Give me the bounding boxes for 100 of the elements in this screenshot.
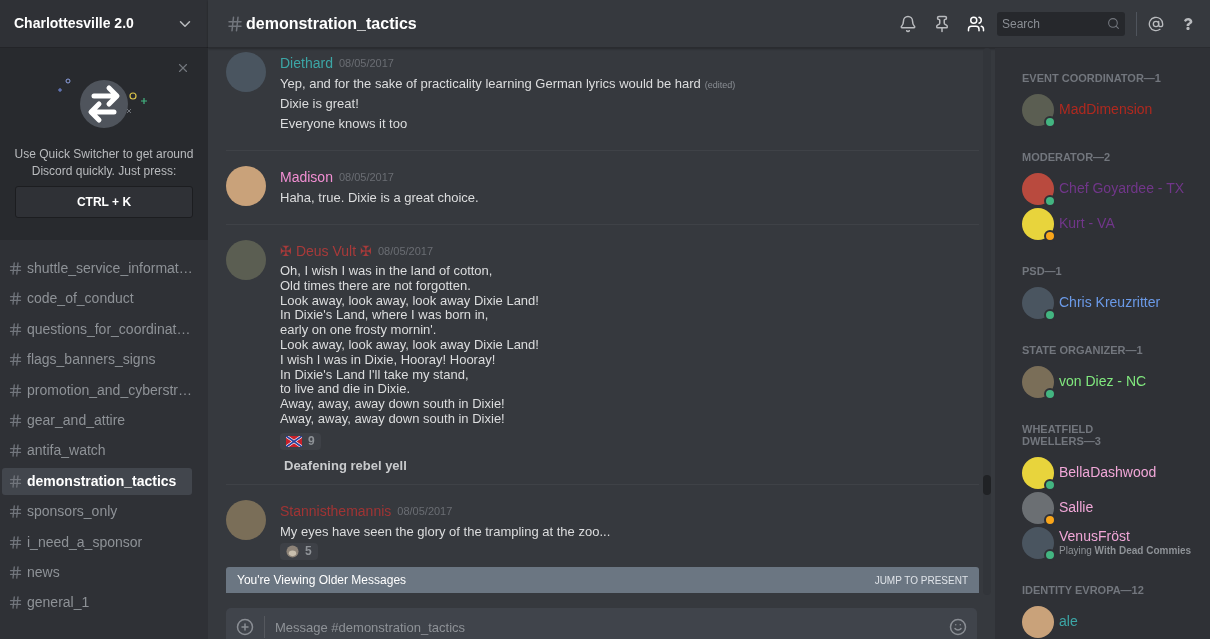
hash-icon [8, 595, 23, 611]
role-heading: EVENT COORDINATOR—1 [1022, 72, 1162, 84]
search-bar[interactable]: Search [997, 11, 1125, 36]
role-heading: WHEATFIELD DWELLERS—3 [1022, 423, 1102, 447]
channel-item[interactable]: demonstration_tactics [2, 467, 192, 495]
message-text: Everyone knows it too [280, 115, 408, 133]
role-heading: PSD—1 [1022, 265, 1063, 277]
search-icon [1107, 17, 1120, 30]
channel-item[interactable]: i_need_a_sponsor [2, 528, 192, 556]
channel-name: flags_banners_signs [27, 350, 156, 370]
members-icon[interactable] [967, 14, 985, 33]
jump-button[interactable]: JUMP TO PRESENT [874, 572, 968, 588]
mention-icon[interactable] [1148, 15, 1164, 32]
avatar [1022, 491, 1054, 524]
member-name: Chef Goyardee - TX [1059, 180, 1185, 197]
member-item[interactable]: BellaDashwood [1022, 455, 1210, 490]
shortcut-button[interactable]: CTRL + K [15, 186, 193, 218]
member-item[interactable]: VenusFröst Playing With Dead Commies [1022, 525, 1210, 560]
author-name[interactable]: Diethard [280, 54, 333, 72]
message-text: My eyes have seen the glory of the trampling at the zoo... [280, 522, 611, 541]
channel-name: questions_for_coordinat… [27, 319, 191, 339]
channel-name: code_of_conduct [27, 289, 134, 309]
channel-item[interactable]: code_of_conduct [2, 285, 192, 313]
channel-item[interactable]: questions_for_coordinat… [2, 315, 192, 343]
channel-item[interactable]: sponsors_only [2, 498, 192, 526]
reaction-button[interactable]: 9 [280, 432, 321, 450]
member-name: Chris Kreuzritter [1059, 294, 1161, 311]
avatar [1022, 207, 1054, 240]
channel-item[interactable]: general_1 [2, 589, 192, 617]
channel-name: i_need_a_sponsor [27, 532, 143, 552]
hash-icon [8, 564, 23, 580]
search-input[interactable]: Search [1002, 14, 1107, 33]
member-name: BellaDashwood [1059, 464, 1157, 481]
channel-name: promotion_and_cyberstr… [27, 380, 192, 400]
hash-icon [8, 261, 23, 276]
pin-icon[interactable] [933, 14, 951, 33]
role-heading: IDENTITY EVROPA—12 [1022, 584, 1145, 596]
close-icon[interactable] [176, 61, 190, 75]
member-item[interactable]: von Diez - NC [1022, 364, 1210, 399]
channel-title: demonstration_tactics [246, 13, 417, 34]
help-icon[interactable] [1182, 17, 1194, 30]
channel-name: shuttle_service_informat… [27, 259, 193, 278]
emoji-icon[interactable] [949, 618, 967, 636]
member-name: von Diez - NC [1059, 373, 1147, 390]
message-text: Yep, and for the sake of practicality learning German lyrics would be hard [280, 75, 701, 93]
message-text: Haha, true. Dixie is a great choice. [280, 189, 479, 207]
channel-item[interactable]: gear_and_attire [2, 406, 192, 434]
channel-name: demonstration_tactics [27, 471, 177, 491]
member-item[interactable]: Chris Kreuzritter [1022, 285, 1210, 320]
member-name: Sallie [1059, 499, 1094, 516]
server-name[interactable]: Charlottesville 2.0 [14, 13, 134, 34]
member-name: MadDimension [1059, 101, 1153, 118]
bell-icon[interactable] [899, 14, 917, 33]
channel-name: gear_and_attire [27, 410, 126, 430]
hash-icon [8, 352, 23, 368]
hash-icon [8, 291, 23, 307]
hash-icon [8, 321, 23, 337]
edited-label: (edited) [704, 79, 736, 91]
flag-icon [286, 435, 302, 447]
message-text: Oh, I wish I was in the land of cotton, Old times there are not forgotten. Look away, look away, look away Dixie Land! In Dixie's Land, where I was born in, early on one frosty mornin'. Look away, look away, look away Dixie Land! I wish I was in Dixie, Hooray! Hooray! In Dixie's Land I'll take my stand, to live and die in Dixie. Away, away, away down south in Dixie! Away, away, away down south in Dixie! [280, 264, 539, 427]
hash-icon [8, 382, 23, 398]
member-item[interactable]: Sallie [1022, 490, 1210, 525]
role-heading: STATE ORGANIZER—1 [1022, 344, 1144, 356]
hash-icon [8, 412, 23, 428]
channel-name: sponsors_only [27, 502, 118, 522]
channel-name: general_1 [27, 593, 90, 613]
emoji-icon [286, 544, 299, 558]
reaction-button[interactable]: 5 [280, 542, 318, 560]
avatar [1022, 93, 1054, 126]
hash-icon [8, 504, 23, 520]
avatar [1022, 365, 1054, 398]
hash-icon [226, 14, 244, 33]
avatar [1022, 172, 1054, 205]
avatar[interactable] [226, 166, 266, 206]
channel-name: antifa_watch [27, 441, 106, 461]
banner-text: You're Viewing Older Messages [237, 572, 407, 589]
member-name: VenusFröst [1059, 528, 1131, 545]
channel-item[interactable]: news [2, 558, 192, 586]
composer-bar[interactable]: Message #demonstration_tactics [226, 608, 977, 639]
message-text: Dixie is great! [280, 95, 359, 113]
author-name[interactable]: Madison [280, 168, 333, 186]
channel-item[interactable]: flags_banners_signs [2, 346, 192, 374]
scrollbar[interactable] [983, 48, 991, 595]
channel-item[interactable]: promotion_and_cyberstr… [2, 376, 192, 404]
member-name: Kurt - VA [1059, 215, 1115, 232]
channel-name: news [27, 562, 60, 582]
quick-switcher-text: Use Quick Switcher to get around Discord quickly. Just press: [13, 146, 195, 180]
channel-item[interactable]: antifa_watch [2, 437, 192, 465]
channel-item[interactable]: shuttle_service_informat… [2, 255, 192, 282]
hash-icon [8, 443, 23, 459]
avatar [1022, 526, 1054, 559]
plus-icon[interactable] [236, 618, 254, 636]
avatar [1022, 605, 1054, 638]
member-name: ale [1059, 613, 1078, 630]
avatar [1022, 286, 1054, 319]
avatar [1022, 456, 1054, 489]
role-heading: MODERATOR—2 [1022, 151, 1112, 163]
embed-title[interactable]: Deafening rebel yell [284, 457, 407, 473]
message-input[interactable]: Message #demonstration_tactics [275, 618, 949, 638]
member-item[interactable]: ale [1022, 604, 1210, 639]
